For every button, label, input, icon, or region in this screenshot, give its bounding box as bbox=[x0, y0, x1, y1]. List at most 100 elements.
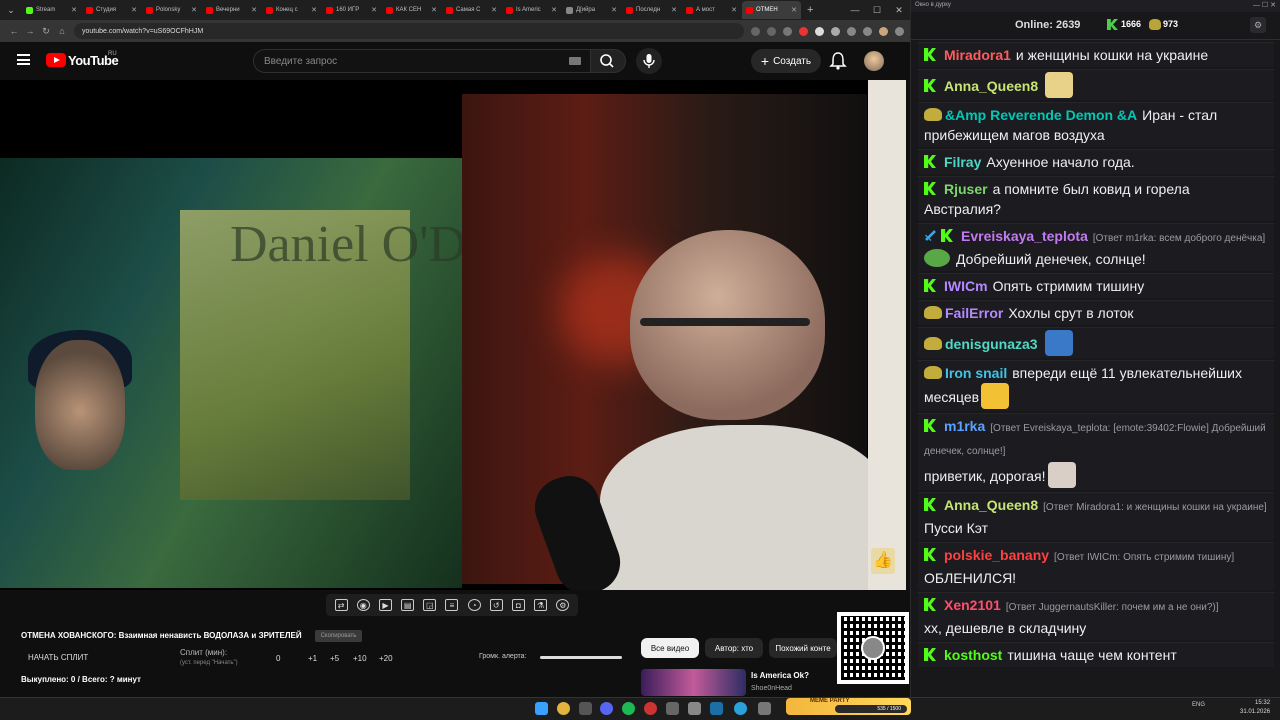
search-input[interactable]: Введите запрос bbox=[253, 49, 592, 73]
chat-message[interactable]: polskie_banany [Ответ IWICm: Опять стрими… bbox=[918, 542, 1274, 590]
chip-all-videos[interactable]: Все видео bbox=[641, 638, 699, 658]
split-value-5[interactable]: +5 bbox=[330, 654, 339, 663]
picture-in-picture-icon[interactable]: ◲ bbox=[423, 599, 437, 611]
chat-username[interactable]: FailError bbox=[945, 305, 1003, 321]
chat-username[interactable]: Iron snail bbox=[945, 365, 1007, 381]
tab-close-icon[interactable]: ✕ bbox=[189, 6, 197, 14]
tab-close-icon[interactable]: ✕ bbox=[129, 6, 137, 14]
chat-message[interactable]: IWICm Опять стримим тишину bbox=[918, 273, 1274, 298]
recommended-video-thumbnail[interactable] bbox=[641, 669, 746, 696]
split-value-1[interactable]: +1 bbox=[308, 654, 317, 663]
chat-message[interactable]: Anna_Queen8 bbox=[918, 69, 1274, 100]
browser-tab[interactable]: Конец с ✕ bbox=[262, 1, 321, 19]
tab-close-icon[interactable]: ✕ bbox=[369, 6, 377, 14]
chat-message[interactable]: FailError Хохлы срут в лоток bbox=[918, 300, 1274, 325]
tab-close-icon[interactable]: ✕ bbox=[729, 6, 737, 14]
chat-message[interactable]: m1rka [Ответ Evreiskaya_teplota: [emote:3… bbox=[918, 413, 1274, 490]
chat-username[interactable]: m1rka bbox=[944, 418, 985, 434]
tab-close-icon[interactable]: ✕ bbox=[609, 6, 617, 14]
chat-username[interactable]: Anna_Queen8 bbox=[944, 497, 1038, 513]
youtube-logo-icon[interactable] bbox=[46, 53, 66, 67]
telegram-taskbar-icon[interactable] bbox=[734, 702, 747, 715]
chat-window-controls[interactable]: — ☐ ✕ bbox=[1253, 1, 1276, 9]
tab-close-icon[interactable]: ✕ bbox=[489, 6, 497, 14]
bookmark-star-icon[interactable] bbox=[783, 26, 792, 36]
reload-icon[interactable]: ↻ bbox=[38, 26, 54, 37]
settings-gear-icon[interactable]: ⚙ bbox=[556, 599, 570, 611]
chip-author[interactable]: Автор: хто bbox=[705, 638, 763, 658]
alert-volume-slider[interactable] bbox=[540, 656, 622, 659]
recommended-video-channel[interactable]: Shoe0nHead bbox=[751, 685, 792, 692]
browser-tab[interactable]: Вечерни ✕ bbox=[202, 1, 261, 19]
split-value-10[interactable]: +10 bbox=[353, 654, 367, 663]
chat-message[interactable]: Xen2101 [Ответ JuggernautsKiller: почем и… bbox=[918, 592, 1274, 640]
extension-white-icon[interactable] bbox=[815, 26, 824, 36]
split-value-20[interactable]: +20 bbox=[379, 654, 393, 663]
tab-close-icon[interactable]: ✕ bbox=[789, 6, 797, 14]
chat-username[interactable]: Miradora1 bbox=[944, 47, 1011, 63]
browser-tab[interactable]: 160 ИГР ✕ bbox=[322, 1, 381, 19]
tab-close-icon[interactable]: ✕ bbox=[549, 6, 557, 14]
menu-dots-icon[interactable] bbox=[895, 26, 904, 36]
chat-username[interactable]: kosthost bbox=[944, 647, 1002, 663]
split-value-0[interactable]: 0 bbox=[276, 654, 280, 663]
language-indicator[interactable]: ENG bbox=[1192, 702, 1205, 708]
chat-username[interactable]: &Amp Reverende Demon &A bbox=[945, 107, 1137, 123]
steam-taskbar-icon[interactable] bbox=[710, 702, 723, 715]
browser-tab[interactable]: Is Americ ✕ bbox=[502, 1, 561, 19]
chat-message-list[interactable]: Miradora1 и женщины кошки на украине Anna_… bbox=[918, 42, 1274, 697]
chip-similar[interactable]: Похожий конте bbox=[769, 638, 837, 658]
browser-tab[interactable]: Stream ✕ bbox=[22, 1, 81, 19]
chat-message[interactable]: Miradora1 и женщины кошки на украине bbox=[918, 42, 1274, 67]
screencast-icon[interactable]: ▶ bbox=[378, 599, 392, 611]
tab-close-icon[interactable]: ✕ bbox=[69, 6, 77, 14]
subtitles-icon[interactable]: ≡ bbox=[445, 599, 459, 611]
recommended-video-title[interactable]: Is America Ok? bbox=[751, 671, 809, 680]
chat-username[interactable]: Anna_Queen8 bbox=[944, 78, 1038, 94]
camera-icon[interactable]: ◘ bbox=[511, 599, 525, 611]
discord-taskbar-icon[interactable] bbox=[600, 702, 613, 715]
browser-tab[interactable]: Polonsky ✕ bbox=[142, 1, 201, 19]
minimize-icon[interactable]: — bbox=[844, 5, 866, 15]
close-window-icon[interactable]: ✕ bbox=[888, 5, 910, 16]
tab-close-icon[interactable]: ✕ bbox=[669, 6, 677, 14]
share-icon[interactable] bbox=[767, 26, 776, 36]
extension-badge-icon[interactable] bbox=[831, 26, 840, 36]
explorer-taskbar-icon[interactable] bbox=[579, 702, 592, 715]
voice-search-button[interactable] bbox=[636, 48, 662, 74]
back-icon[interactable]: ← bbox=[6, 26, 22, 36]
chat-message[interactable]: Rjuser а помните был ковид и горела Австр… bbox=[918, 176, 1274, 221]
zoom-icon[interactable] bbox=[751, 26, 760, 36]
chat-message[interactable]: Evreiskaya_teplota [Ответ m1rka: всем доб… bbox=[918, 223, 1274, 271]
film-strip-icon[interactable]: ▤ bbox=[401, 599, 415, 611]
chat-username[interactable]: polskie_banany bbox=[944, 547, 1049, 563]
flask-icon[interactable]: ⚗ bbox=[534, 599, 548, 611]
maximize-icon[interactable]: ☐ bbox=[866, 5, 888, 16]
system-clock[interactable]: 15:32 31.01.2026 bbox=[1240, 699, 1270, 717]
notifications-bell-icon[interactable] bbox=[829, 51, 847, 71]
chat-message[interactable]: denisgunaza3 bbox=[918, 327, 1274, 358]
home-icon[interactable]: ⌂ bbox=[54, 26, 70, 36]
browser-tab[interactable]: Самая С ✕ bbox=[442, 1, 501, 19]
app-taskbar-icon-2[interactable] bbox=[688, 702, 701, 715]
tab-close-icon[interactable]: ✕ bbox=[309, 6, 317, 14]
chat-username[interactable]: IWICm bbox=[944, 278, 988, 294]
chat-username[interactable]: Filray bbox=[944, 154, 981, 170]
start-menu-icon[interactable] bbox=[535, 702, 548, 715]
chrome-taskbar-icon[interactable] bbox=[557, 702, 570, 715]
video-player[interactable]: Daniel O'D 👍 bbox=[0, 80, 906, 590]
chat-username[interactable]: Rjuser bbox=[944, 181, 988, 197]
browser-tab[interactable]: ОТМЕН ✕ bbox=[742, 1, 801, 19]
new-tab-button[interactable]: + bbox=[807, 4, 813, 16]
chat-message[interactable]: Iron snail впереди ещё 11 увлекательнейши… bbox=[918, 360, 1274, 411]
url-field[interactable]: youtube.com/watch?v=uS69OCFhHJM bbox=[74, 23, 744, 39]
browser-tab[interactable]: Последн ✕ bbox=[622, 1, 681, 19]
hamburger-menu-icon[interactable] bbox=[17, 54, 30, 65]
speed-gauge-icon[interactable]: ◔ bbox=[467, 599, 481, 611]
obs-taskbar-icon[interactable] bbox=[644, 702, 657, 715]
account-avatar[interactable] bbox=[864, 51, 884, 71]
chat-message[interactable]: Anna_Queen8 [Ответ Miradora1: и женщины к… bbox=[918, 492, 1274, 540]
tab-search-icon[interactable]: ⌄ bbox=[0, 5, 22, 16]
tab-close-icon[interactable]: ✕ bbox=[429, 6, 437, 14]
search-button[interactable] bbox=[590, 49, 626, 73]
